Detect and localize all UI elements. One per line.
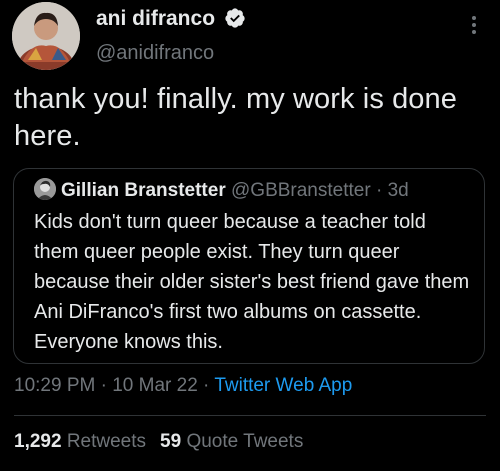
more-options-icon[interactable] <box>470 16 478 38</box>
avatar-portrait-image <box>12 2 80 70</box>
tweet-text: thank you! finally. my work is done here… <box>14 83 457 152</box>
meta-separator: · <box>203 375 210 396</box>
quoted-avatar-portrait-image <box>34 178 56 200</box>
retweets-label: Retweets <box>66 431 147 452</box>
tweet-stats: 1,292 Retweets 59 Quote Tweets <box>14 430 303 454</box>
quoted-author-avatar <box>34 178 56 200</box>
author-avatar[interactable] <box>12 2 80 70</box>
tweet-card: ani difranco @anidifranco thank you! fin… <box>0 0 500 471</box>
quote-tweets-stat[interactable]: 59 Quote Tweets <box>160 431 303 452</box>
retweets-stat[interactable]: 1,292 Retweets <box>14 431 146 452</box>
verified-badge-icon <box>225 8 246 28</box>
author-info: ani difranco @anidifranco <box>96 6 246 65</box>
tweet-meta: 10:29 PM · 10 Mar 22 · Twitter Web App <box>14 374 352 398</box>
quoted-author-handle: @GBBranstetter <box>231 180 371 201</box>
tweet-source-link[interactable]: Twitter Web App <box>214 375 352 396</box>
quote-tweets-label: Quote Tweets <box>186 431 304 452</box>
quoted-separator: · <box>375 180 383 201</box>
quoted-tweet-text: Kids don't turn queer because a teacher … <box>34 211 470 353</box>
quoted-author-name: Gillian Branstetter <box>61 180 226 201</box>
retweets-count: 1,292 <box>14 431 62 452</box>
tweet-time[interactable]: 10:29 PM <box>14 375 95 396</box>
author-display-name[interactable]: ani difranco <box>96 6 215 32</box>
meta-separator: · <box>100 375 107 396</box>
tweet-date[interactable]: 10 Mar 22 <box>112 375 198 396</box>
quoted-tweet[interactable]: Gillian Branstetter @GBBranstetter · 3d … <box>13 168 485 364</box>
divider <box>14 415 486 416</box>
quoted-date: 3d <box>387 180 409 201</box>
quoted-tweet-header: Gillian Branstetter @GBBranstetter · 3d <box>34 178 409 203</box>
author-handle[interactable]: @anidifranco <box>96 41 246 65</box>
quote-tweets-count: 59 <box>160 431 182 452</box>
